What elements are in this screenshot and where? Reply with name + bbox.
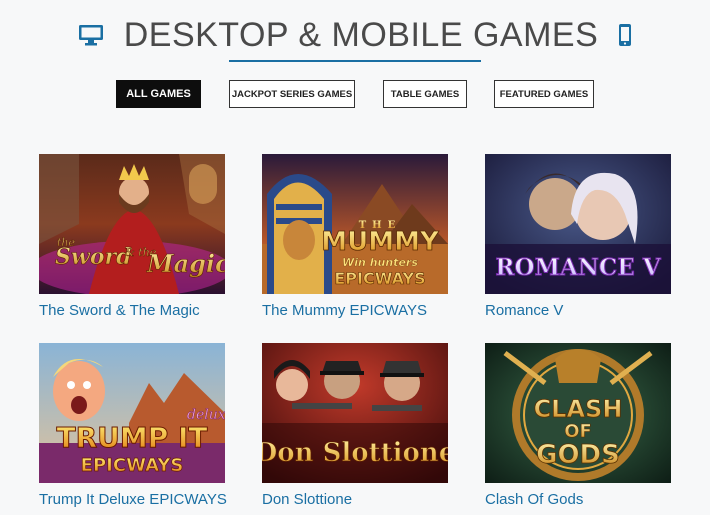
filter-all-games-button[interactable]: ALL GAMES xyxy=(116,80,201,108)
game-art-text: Sword xyxy=(55,244,131,270)
game-title-link[interactable]: The Mummy EPICWAYS xyxy=(262,302,427,319)
game-thumbnail[interactable]: THE MUMMY Win hunters EPICWAYS xyxy=(262,154,448,294)
game-art-text: Magic xyxy=(146,249,225,278)
game-title-link[interactable]: Clash Of Gods xyxy=(485,491,583,508)
mobile-phone-icon xyxy=(618,23,632,47)
game-card[interactable]: THE MUMMY Win hunters EPICWAYS The Mummy… xyxy=(262,154,448,319)
filter-table-games-button[interactable]: TABLE GAMES xyxy=(383,80,467,108)
game-art-text: MUMMY xyxy=(321,227,440,257)
game-art-text: EPICWAYS xyxy=(81,455,184,476)
game-art-text: OF xyxy=(564,421,592,442)
game-card[interactable]: CLASH OF GODS Clash Of Gods xyxy=(485,343,671,508)
game-title-link[interactable]: Don Slottione xyxy=(262,491,352,508)
game-thumbnail[interactable]: ROMANCE V xyxy=(485,154,671,294)
game-title-link[interactable]: Romance V xyxy=(485,302,563,319)
title-underline xyxy=(229,60,481,62)
game-thumbnail[interactable]: Don Slottione xyxy=(262,343,448,483)
game-card[interactable]: Don Slottione Don Slottione xyxy=(262,343,448,508)
filter-jackpot-series-button[interactable]: JACKPOT SERIES GAMES xyxy=(229,80,355,108)
filter-featured-games-button[interactable]: FEATURED GAMES xyxy=(494,80,594,108)
desktop-monitor-icon xyxy=(78,23,104,47)
game-card[interactable]: the Sword & the Magic The Sword & The Ma… xyxy=(39,154,225,319)
game-art-text: EPICWAYS xyxy=(334,269,425,288)
game-title-link[interactable]: The Sword & The Magic xyxy=(39,302,200,319)
game-title-link[interactable]: Trump It Deluxe EPICWAYS xyxy=(39,491,227,508)
game-art-text: CLASH xyxy=(534,395,623,423)
page-title: DESKTOP & MOBILE GAMES xyxy=(123,15,599,54)
game-card[interactable]: deluxe TRUMP IT EPICWAYS Trump It Deluxe… xyxy=(39,343,227,508)
page-header: DESKTOP & MOBILE GAMES xyxy=(0,10,710,60)
game-art-text: GODS xyxy=(536,440,620,470)
game-art-text: Don Slottione xyxy=(262,438,448,468)
filter-bar: ALL GAMES JACKPOT SERIES GAMES TABLE GAM… xyxy=(0,80,710,110)
game-art-text: Win hunters xyxy=(342,256,418,269)
game-thumbnail[interactable]: CLASH OF GODS xyxy=(485,343,671,483)
game-card[interactable]: ROMANCE V Romance V xyxy=(485,154,671,319)
game-art-text: TRUMP IT xyxy=(56,421,207,454)
game-thumbnail[interactable]: deluxe TRUMP IT EPICWAYS xyxy=(39,343,225,483)
game-thumbnail[interactable]: the Sword & the Magic xyxy=(39,154,225,294)
games-page: DESKTOP & MOBILE GAMES ALL GAMES JACKPOT… xyxy=(0,0,710,515)
game-art-text: ROMANCE V xyxy=(495,254,661,281)
